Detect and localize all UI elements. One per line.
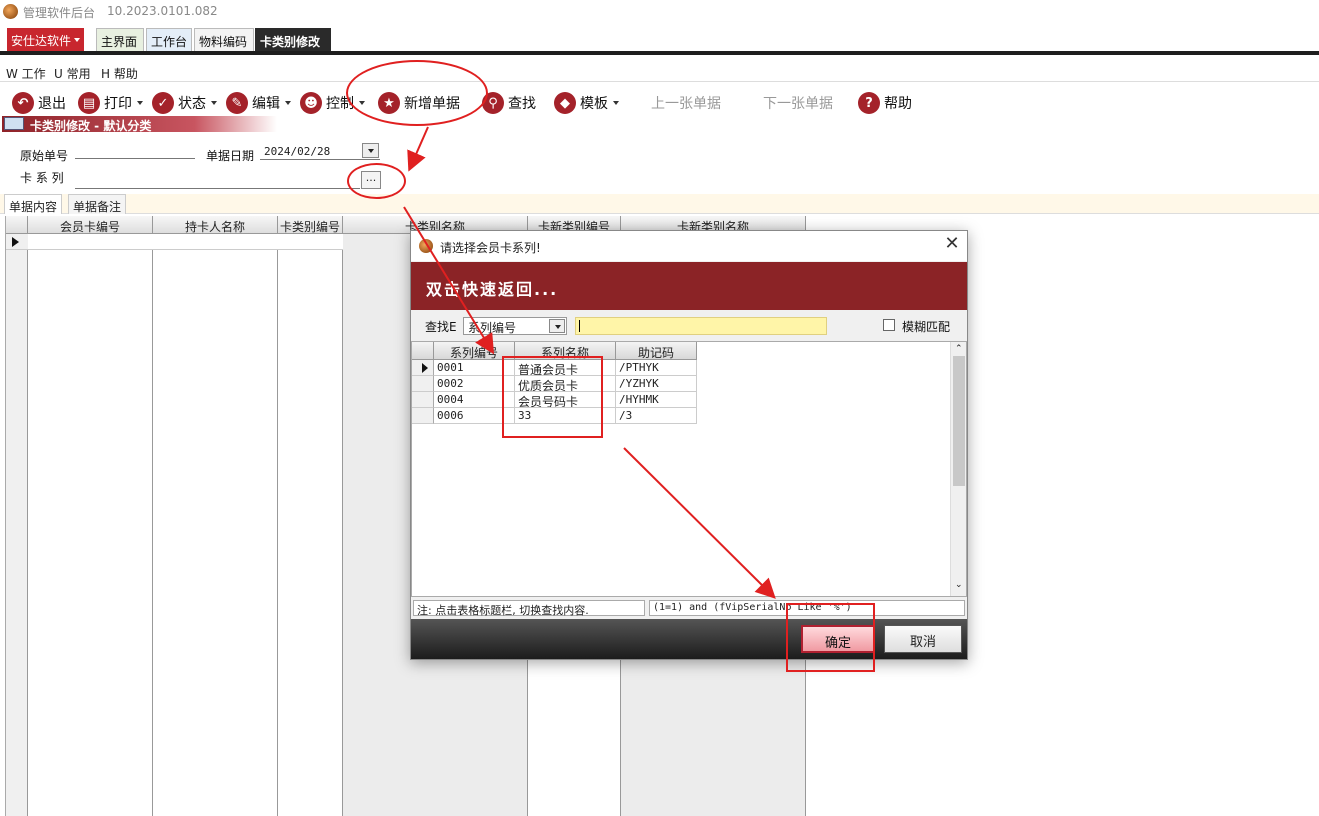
annotation-arrows <box>403 126 776 599</box>
annotation-arrow <box>623 447 776 599</box>
annotation-arrow <box>407 126 429 172</box>
annotation-arrow <box>403 206 495 355</box>
